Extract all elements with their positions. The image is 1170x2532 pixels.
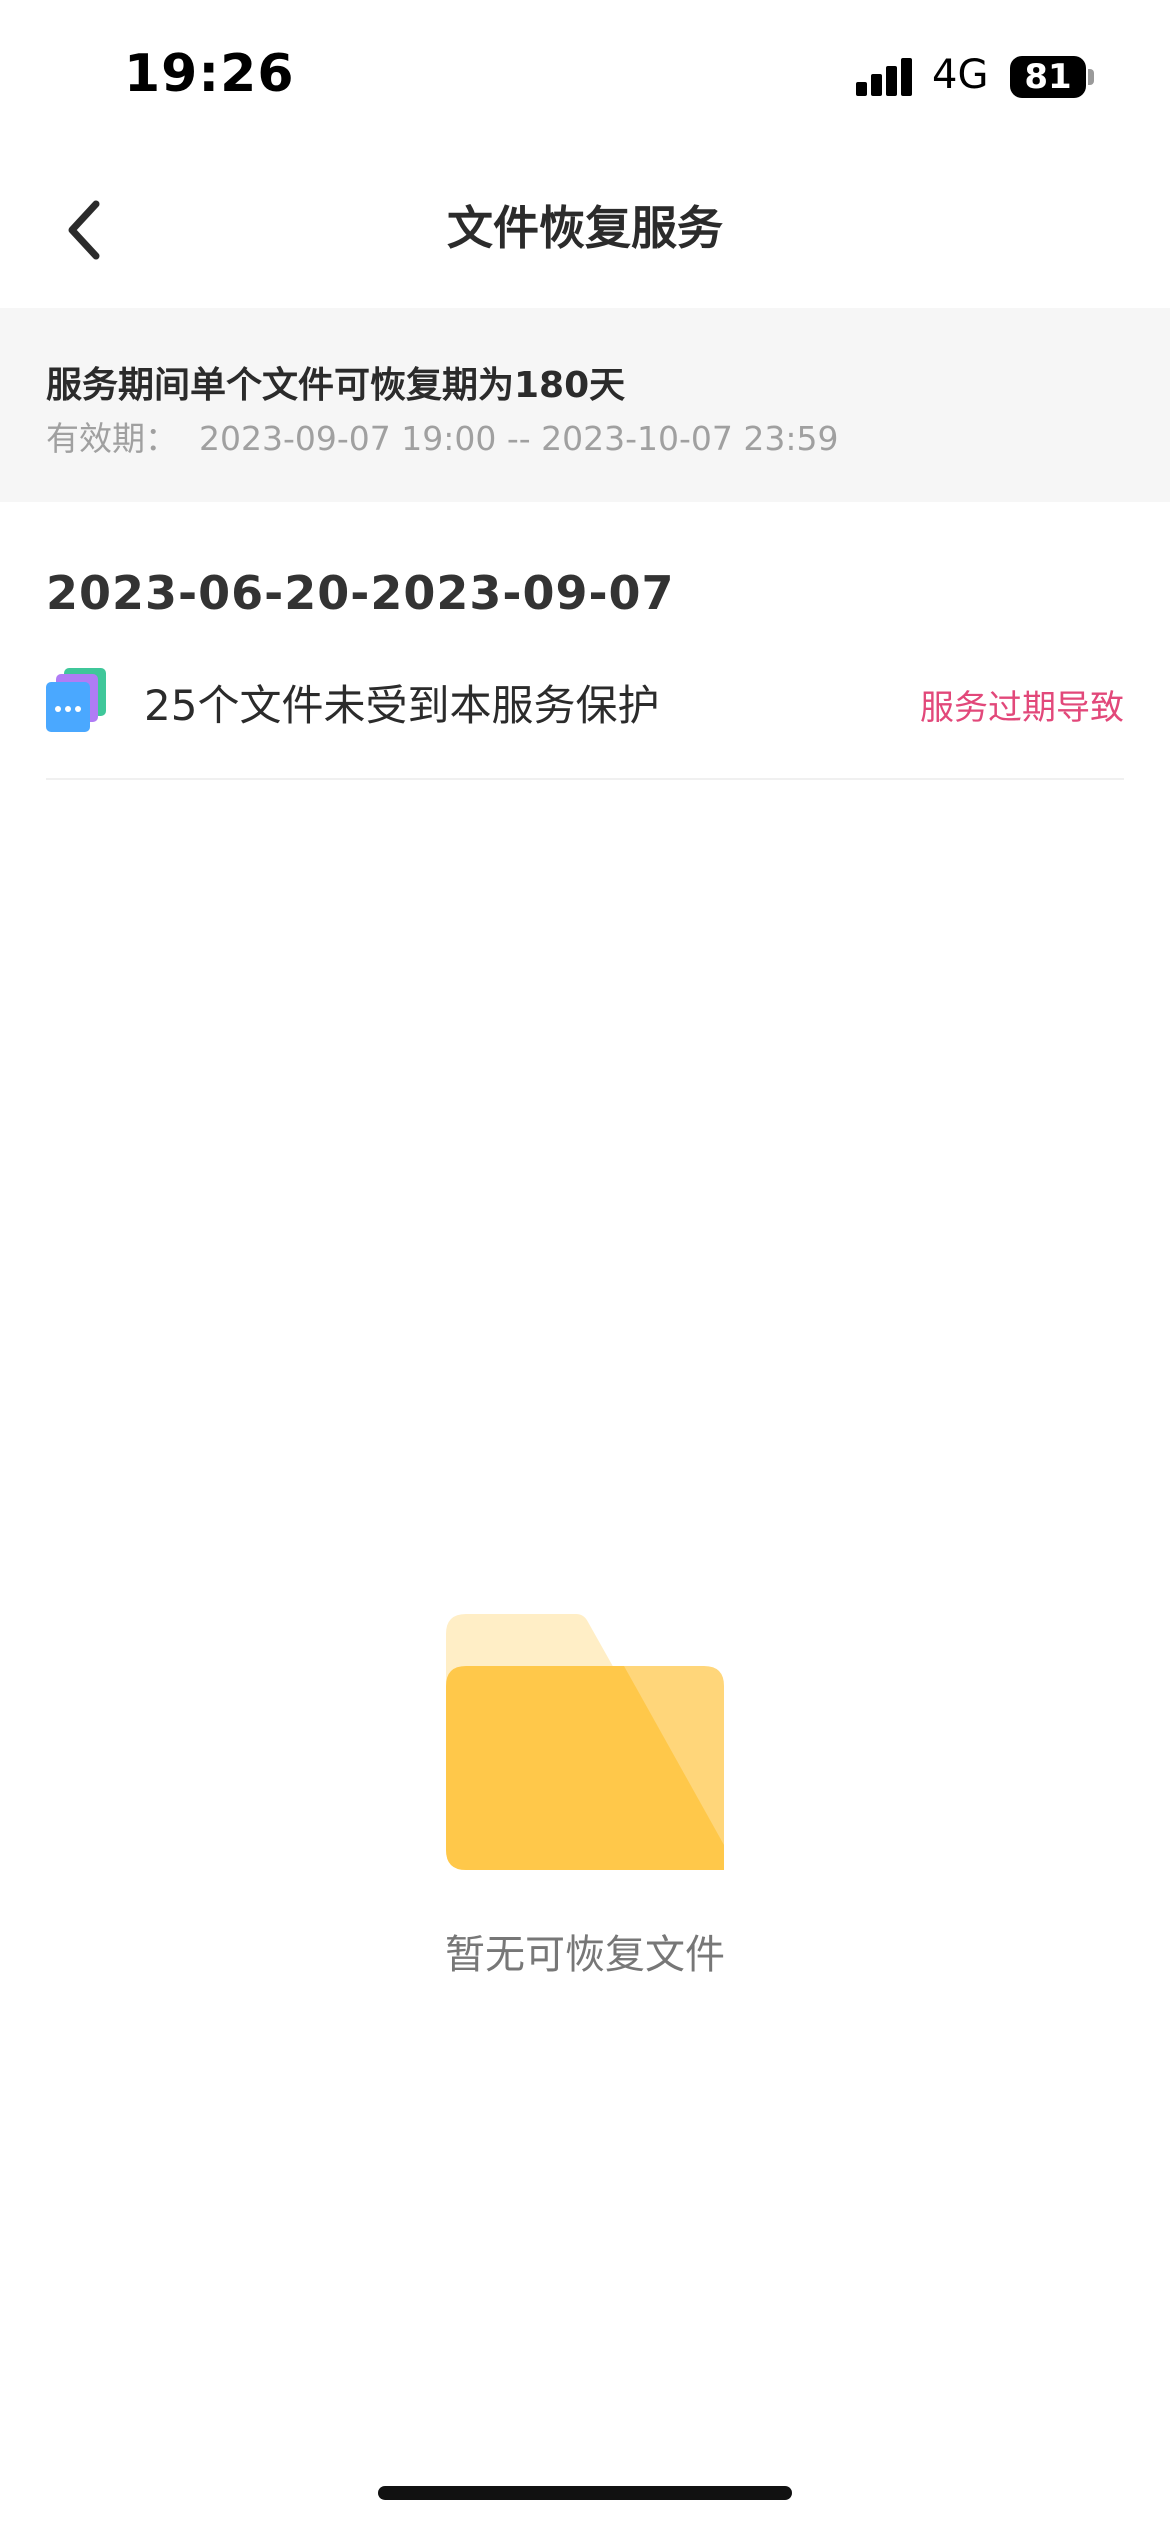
home-indicator[interactable]: [378, 2486, 792, 2500]
period-date-range: 2023-06-20-2023-09-07: [46, 566, 675, 620]
battery-icon: 81: [1010, 56, 1086, 98]
nav-bar: 文件恢复服务: [0, 150, 1170, 310]
battery-tip: [1088, 69, 1094, 85]
page-title: 文件恢复服务: [447, 201, 723, 255]
info-title: 服务期间单个文件可恢复期为180天: [46, 365, 626, 406]
signal-icon: [856, 56, 916, 96]
record-row[interactable]: 25个文件未受到本服务保护 服务过期导致: [46, 660, 1124, 780]
empty-state-text: 暂无可恢复文件: [445, 1932, 725, 1978]
file-stack-icon: [46, 668, 106, 732]
info-banner: 服务期间单个文件可恢复期为180天 有效期： 2023-09-07 19:00 …: [0, 308, 1170, 502]
chevron-left-icon: [68, 200, 100, 260]
network-label: 4G: [932, 52, 989, 98]
validity-period: 有效期： 2023-09-07 19:00 -- 2023-10-07 23:5…: [46, 419, 839, 458]
status-bar: 19:26 4G 81: [0, 0, 1170, 150]
status-time: 19:26: [124, 44, 295, 104]
record-status: 服务过期导致: [920, 688, 1124, 728]
folder-icon: [446, 1614, 724, 1870]
record-text: 25个文件未受到本服务保护: [144, 681, 660, 730]
back-button[interactable]: [50, 190, 130, 270]
page: 19:26 4G 81 文件恢复服务 服务期间单个文件可恢复期为180天 有效期…: [0, 0, 1170, 2532]
